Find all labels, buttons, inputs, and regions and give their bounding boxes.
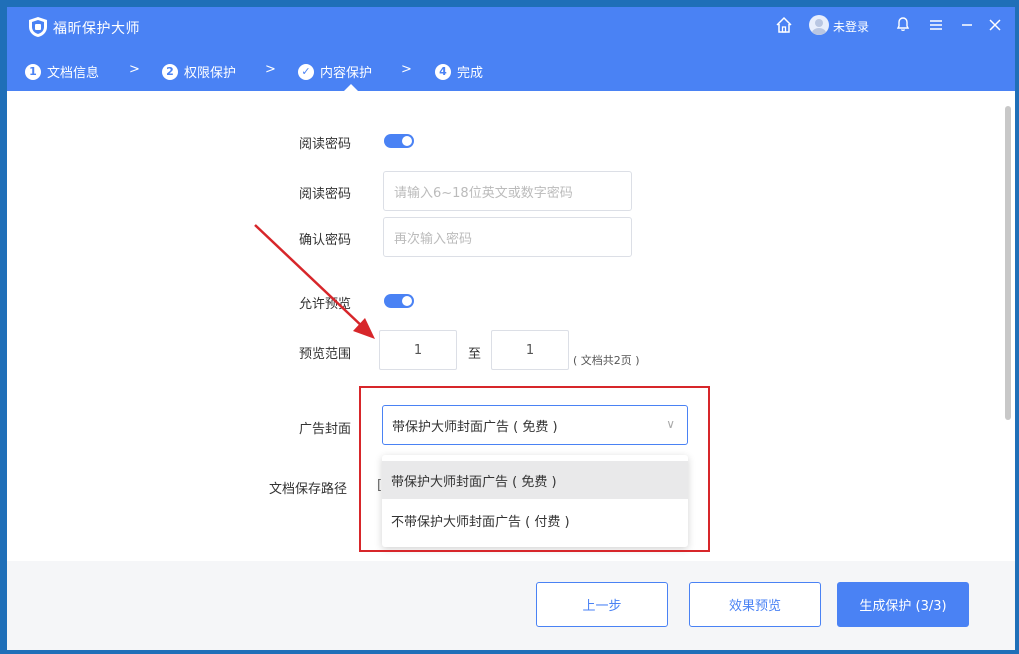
read-password-toggle[interactable]	[384, 134, 414, 148]
confirm-password-input[interactable]: 再次输入密码	[383, 217, 632, 257]
step-number: 4	[435, 63, 451, 80]
avatar[interactable]	[809, 15, 829, 35]
step-doc-info[interactable]: 1 文档信息	[25, 62, 99, 81]
step-content-protect[interactable]: ✓ 内容保护	[298, 62, 372, 81]
chevron-right-icon: >	[401, 62, 412, 77]
preview-from-input[interactable]: 1	[379, 330, 457, 370]
shield-logo-icon	[29, 17, 47, 37]
close-icon[interactable]	[989, 19, 1001, 31]
chevron-right-icon: >	[129, 62, 140, 77]
step-label: 内容保护	[320, 66, 373, 81]
check-icon: ✓	[298, 63, 314, 80]
home-icon[interactable]	[775, 16, 793, 34]
step-label: 完成	[457, 66, 484, 81]
app-title: 福昕保护大师	[53, 21, 140, 37]
step-label: 文档信息	[47, 66, 100, 81]
scrollbar[interactable]	[1005, 106, 1011, 420]
page-count-note: ( 文档共2页 )	[573, 354, 640, 367]
highlight-box	[359, 386, 710, 552]
read-password-label: 阅读密码	[299, 187, 352, 202]
allow-preview-toggle[interactable]	[384, 294, 414, 308]
step-label: 权限保护	[184, 66, 237, 81]
app-window: 福昕保护大师 未登录 1 文档信息 > 2 权限保护 > ✓ 内容保护 > 4 …	[7, 7, 1015, 650]
step-number: 1	[25, 63, 41, 80]
preview-to-input[interactable]: 1	[491, 330, 569, 370]
save-path-label: 文档保存路径	[269, 482, 348, 497]
prev-button[interactable]: 上一步	[536, 582, 668, 627]
read-password-toggle-label: 阅读密码	[299, 137, 352, 152]
step-permission[interactable]: 2 权限保护	[162, 62, 236, 81]
red-arrow-annotation	[254, 224, 375, 339]
step-number: 2	[162, 63, 178, 80]
menu-icon[interactable]	[929, 18, 943, 32]
read-password-input[interactable]: 请输入6~18位英文或数字密码	[383, 171, 632, 211]
ad-cover-label: 广告封面	[299, 422, 352, 437]
login-link[interactable]: 未登录	[833, 18, 869, 35]
minimize-icon[interactable]	[961, 19, 973, 31]
bell-icon[interactable]	[895, 16, 911, 32]
preview-button[interactable]: 效果预览	[689, 582, 821, 627]
range-separator: 至	[468, 347, 482, 362]
chevron-right-icon: >	[265, 62, 276, 77]
title-bar: 福昕保护大师 未登录 1 文档信息 > 2 权限保护 > ✓ 内容保护 > 4 …	[7, 7, 1015, 91]
active-step-caret	[344, 84, 358, 91]
generate-button[interactable]: 生成保护 (3/3)	[837, 582, 969, 627]
step-finish[interactable]: 4 完成	[435, 62, 483, 81]
